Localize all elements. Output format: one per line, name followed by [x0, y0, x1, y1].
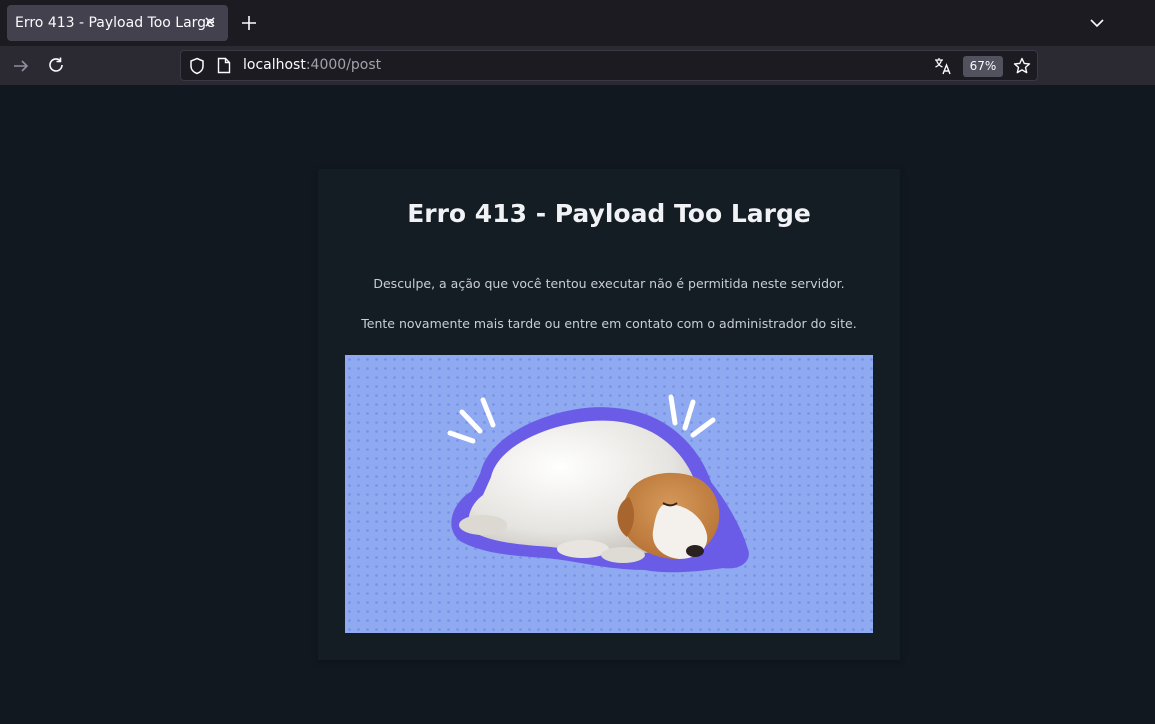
translate-icon[interactable]	[934, 57, 952, 75]
error-card: Erro 413 - Payload Too Large Desculpe, a…	[318, 169, 900, 660]
shield-icon[interactable]	[189, 57, 205, 75]
url-path: :4000/post	[305, 57, 382, 73]
chevron-down-icon[interactable]	[1089, 15, 1105, 31]
url-text[interactable]: localhost:4000/post	[243, 57, 381, 73]
sleeping-dog-illustration	[345, 355, 873, 633]
page-title: Erro 413 - Payload Too Large	[407, 199, 811, 228]
retry-message: Tente novamente mais tarde ou entre em c…	[361, 316, 857, 331]
url-bar[interactable]: localhost:4000/post 67%	[180, 50, 1038, 81]
tab-title: Erro 413 - Payload Too Large	[15, 15, 215, 31]
plus-icon[interactable]	[240, 14, 258, 32]
arrow-right-icon[interactable]	[12, 57, 30, 75]
tab-strip: Erro 413 - Payload Too Large ×	[0, 0, 1155, 46]
nav-toolbar: localhost:4000/post 67%	[0, 46, 1155, 85]
active-tab[interactable]: Erro 413 - Payload Too Large ×	[7, 5, 228, 41]
star-icon[interactable]	[1013, 57, 1031, 75]
url-host: localhost	[243, 57, 306, 73]
page-viewport: Erro 413 - Payload Too Large Desculpe, a…	[0, 85, 1155, 724]
zoom-level-badge[interactable]: 67%	[963, 56, 1003, 77]
close-icon[interactable]: ×	[202, 13, 218, 31]
error-message: Desculpe, a ação que você tentou executa…	[373, 276, 845, 291]
dog-image	[345, 355, 873, 633]
reload-icon[interactable]	[47, 56, 65, 74]
page-icon	[217, 57, 231, 74]
